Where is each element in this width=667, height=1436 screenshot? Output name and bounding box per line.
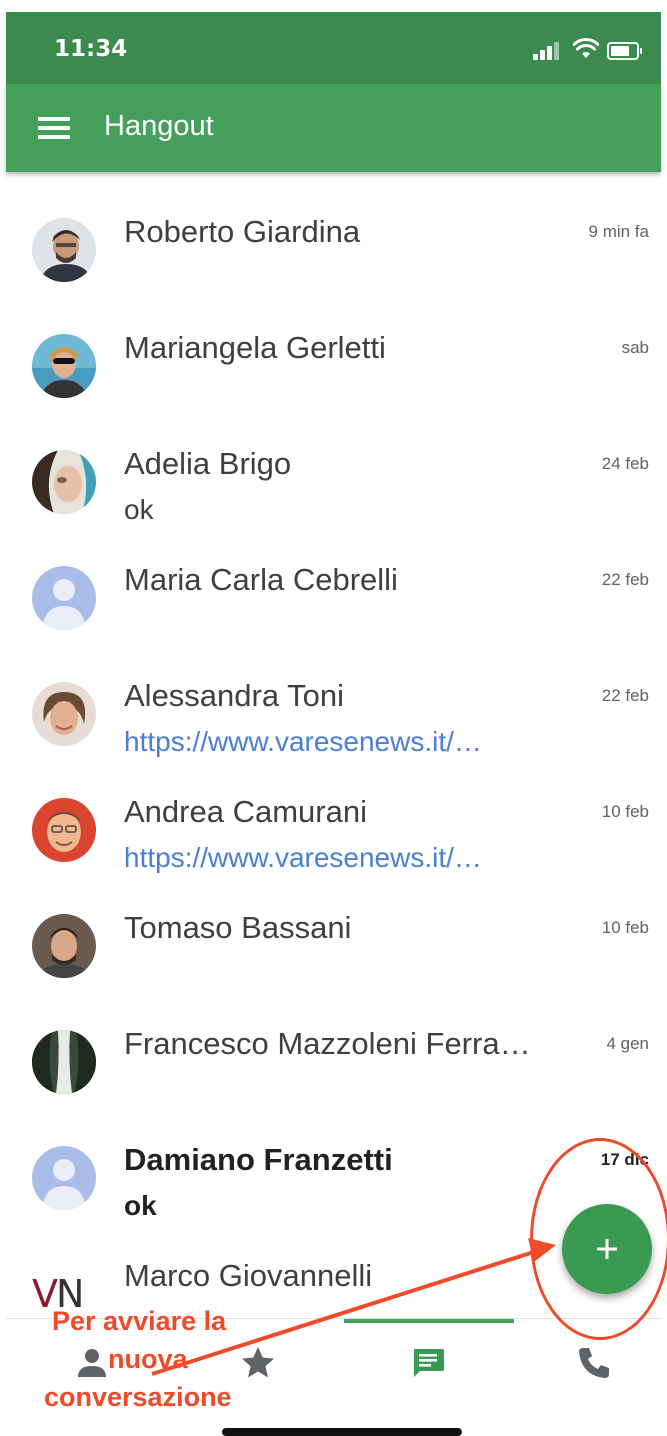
timestamp: 24 feb xyxy=(601,454,649,473)
annotation-text: Per avviare la xyxy=(52,1306,227,1336)
app-title: Hangout xyxy=(104,110,214,142)
status-time: 11:34 xyxy=(54,36,128,62)
annotation-text: conversazione xyxy=(44,1382,232,1412)
timestamp: 22 feb xyxy=(601,686,649,705)
timestamp: sab xyxy=(621,338,649,357)
default-avatar-icon xyxy=(32,1146,96,1210)
timestamp: 9 min fa xyxy=(588,222,649,241)
annotation-text: nuova xyxy=(108,1344,188,1374)
contact-name: Mariangela Gerletti xyxy=(124,330,386,365)
signal-icon xyxy=(533,40,561,60)
contact-name: Adelia Brigo xyxy=(124,446,292,481)
contact-name: Marco Giovannelli xyxy=(124,1258,373,1293)
contact-name: Maria Carla Cebrelli xyxy=(124,562,398,597)
home-indicator xyxy=(222,1428,462,1436)
contact-name: Alessandra Toni xyxy=(124,678,345,713)
avatar xyxy=(32,334,96,398)
status-bar: 11:34 xyxy=(6,12,661,84)
conversation-list[interactable]: Roberto Giardina 9 min fa Mariangela Ger… xyxy=(6,174,661,1318)
menu-icon[interactable] xyxy=(38,117,70,139)
battery-icon xyxy=(607,42,642,60)
wifi-icon xyxy=(573,38,599,58)
contact-name: Francesco Mazzoleni Ferra… xyxy=(124,1026,531,1061)
annotation-circle xyxy=(530,1138,667,1340)
contacts-icon[interactable] xyxy=(72,1343,112,1383)
conversation-item[interactable]: Mariangela Gerletti sab xyxy=(6,290,661,406)
avatar xyxy=(32,682,96,746)
default-avatar-icon xyxy=(32,566,96,630)
avatar xyxy=(32,450,96,514)
timestamp: 10 feb xyxy=(601,918,649,937)
contact-name: Tomaso Bassani xyxy=(124,910,352,945)
timestamp: 22 feb xyxy=(601,570,649,589)
timestamp: 10 feb xyxy=(601,802,649,821)
conversation-item[interactable]: Tomaso Bassani 10 feb xyxy=(6,870,661,986)
conversation-item[interactable]: Andrea Camurani 10 feb https://www.vares… xyxy=(6,754,661,873)
contact-name: Roberto Giardina xyxy=(124,214,361,249)
contact-name: Damiano Franzetti xyxy=(124,1142,393,1177)
status-icons xyxy=(533,38,643,62)
avatar xyxy=(32,1030,96,1094)
avatar xyxy=(32,218,96,282)
timestamp: 4 gen xyxy=(606,1034,649,1053)
avatar xyxy=(32,798,96,862)
conversation-item[interactable]: Adelia Brigo 24 feb ok xyxy=(6,406,661,525)
avatar xyxy=(32,914,96,978)
contact-name: Andrea Camurani xyxy=(124,794,367,829)
phone-icon[interactable] xyxy=(574,1343,614,1383)
app-bar: Hangout xyxy=(6,84,661,172)
star-icon[interactable] xyxy=(238,1343,278,1383)
conversation-item[interactable]: Alessandra Toni 22 feb https://www.vares… xyxy=(6,638,661,757)
active-tab-indicator xyxy=(344,1319,514,1323)
conversation-item[interactable]: Maria Carla Cebrelli 22 feb xyxy=(6,522,661,638)
conversation-item[interactable]: Francesco Mazzoleni Ferra… 4 gen xyxy=(6,986,661,1102)
chat-icon[interactable] xyxy=(408,1343,448,1383)
conversation-item[interactable]: Roberto Giardina 9 min fa xyxy=(6,174,661,290)
